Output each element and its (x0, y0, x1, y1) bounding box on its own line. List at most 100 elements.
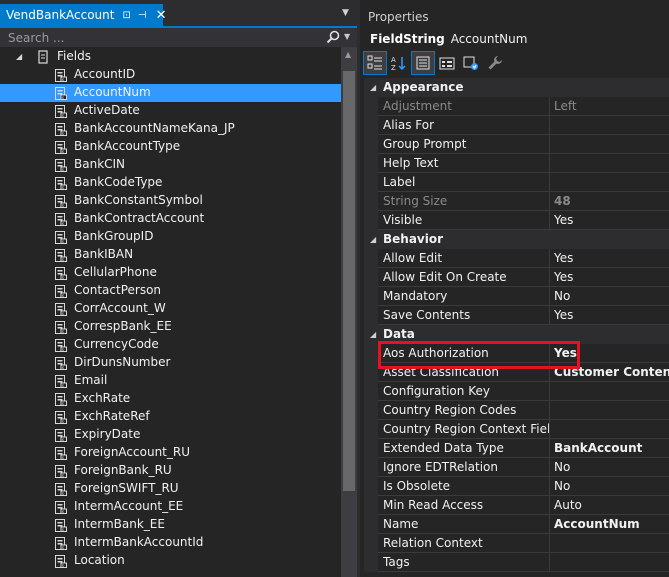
property-value[interactable] (550, 154, 669, 173)
tree-node-field[interactable]: s BankAccountType (0, 138, 341, 156)
tree-node-field[interactable]: s ContactPerson (0, 282, 341, 300)
field-icon: s (55, 501, 67, 514)
tree-node-field[interactable]: s ExchRateRef (0, 408, 341, 426)
tree-node-label: ForeignAccount_RU (74, 445, 190, 459)
collapse-triangle-icon[interactable]: ◢ (370, 330, 376, 339)
tree-node-field[interactable]: s ActiveDate (0, 102, 341, 120)
property-value[interactable] (550, 382, 669, 401)
property-value[interactable]: No (550, 458, 669, 477)
tree-node-field[interactable]: s ForeignBank_RU (0, 462, 341, 480)
property-value[interactable] (550, 116, 669, 135)
property-value[interactable]: No (550, 287, 669, 306)
tree-node-field[interactable]: s Email (0, 372, 341, 390)
tree-node-field[interactable]: s ForeignAccount_RU (0, 444, 341, 462)
tree-node-field[interactable]: s BankConstantSymbol (0, 192, 341, 210)
tree-node-field[interactable]: s BankCodeType (0, 174, 341, 192)
property-row[interactable]: Extended Data Type BankAccount (364, 439, 669, 458)
property-row[interactable]: Label (364, 173, 669, 192)
tree-node-fields[interactable]: ◢ Fields (0, 48, 341, 66)
property-value[interactable]: Yes (550, 306, 669, 325)
property-value[interactable]: Yes (550, 268, 669, 287)
property-row[interactable]: String Size 48 (364, 192, 669, 211)
property-row[interactable]: Adjustment Left (364, 97, 669, 116)
tree-node-field[interactable]: s IntermBankAccountId (0, 534, 341, 552)
tree-node-field[interactable]: s CurrencyCode (0, 336, 341, 354)
property-row[interactable]: Allow Edit On Create Yes (364, 268, 669, 287)
tree-node-field[interactable]: s IntermAccount_EE (0, 498, 341, 516)
property-value[interactable] (550, 401, 669, 420)
tree-scrollbar[interactable]: ▲ (341, 47, 357, 577)
property-pages-button[interactable] (460, 52, 482, 74)
tree-node-field[interactable]: s AccountID (0, 66, 341, 84)
close-icon[interactable]: ✕ (156, 8, 167, 23)
property-value[interactable]: No (550, 477, 669, 496)
property-value[interactable]: Yes (550, 211, 669, 230)
collapse-triangle-icon[interactable]: ◢ (370, 235, 376, 244)
property-value[interactable]: Left (550, 97, 669, 116)
pin-icon[interactable]: ⊡ (122, 10, 130, 21)
property-value[interactable] (550, 420, 669, 439)
scroll-up-icon[interactable]: ▲ (345, 50, 351, 59)
tree-node-field[interactable]: s IntermBank_EE (0, 516, 341, 534)
property-value[interactable] (550, 534, 669, 553)
property-value[interactable] (550, 135, 669, 154)
tree-node-field[interactable]: s ExpiryDate (0, 426, 341, 444)
tree-node-field[interactable]: s CorrespBank_EE (0, 318, 341, 336)
property-row[interactable]: Country Region Codes (364, 401, 669, 420)
property-row[interactable]: Group Prompt (364, 135, 669, 154)
property-row[interactable]: Country Region Context Field (364, 420, 669, 439)
property-value[interactable]: 48 (550, 192, 669, 211)
property-row[interactable]: Min Read Access Auto (364, 496, 669, 515)
property-row[interactable]: Relation Context (364, 534, 669, 553)
properties-button[interactable] (411, 51, 435, 75)
categorized-button[interactable] (363, 51, 387, 75)
tree-node-field[interactable]: s BankAccountNameKana_JP (0, 120, 341, 138)
scrollbar-thumb[interactable] (343, 71, 355, 491)
property-value[interactable] (550, 173, 669, 192)
collapse-triangle-icon[interactable]: ◢ (370, 83, 376, 92)
tree-node-field[interactable]: s BankCIN (0, 156, 341, 174)
settings-button[interactable] (484, 52, 506, 74)
property-row[interactable]: Mandatory No (364, 287, 669, 306)
category-appearance[interactable]: ◢ Appearance (364, 78, 669, 97)
property-object-selector[interactable]: FieldString AccountNum (360, 28, 669, 50)
property-row[interactable]: Allow Edit Yes (364, 249, 669, 268)
tree-node-field[interactable]: s BankIBAN (0, 246, 341, 264)
property-value[interactable]: Yes (550, 249, 669, 268)
tree-node-field[interactable]: s ForeignSWIFT_RU (0, 480, 341, 498)
search-icon[interactable] (326, 30, 340, 44)
tree-node-field[interactable]: s BankContractAccount (0, 210, 341, 228)
tree-node-field[interactable]: s Location (0, 552, 341, 570)
property-row[interactable]: Name AccountNum (364, 515, 669, 534)
property-row[interactable]: Help Text (364, 154, 669, 173)
tree-node-field[interactable]: s DirDunsNumber (0, 354, 341, 372)
autohide-icon[interactable]: ⊣ (138, 10, 147, 21)
tree-node-field[interactable]: s BankGroupID (0, 228, 341, 246)
property-value[interactable]: Auto (550, 496, 669, 515)
property-row[interactable]: Visible Yes (364, 211, 669, 230)
tree-node-field[interactable]: s CellularPhone (0, 264, 341, 282)
property-value[interactable]: BankAccount (550, 439, 669, 458)
field-icon: s (55, 321, 67, 334)
events-button[interactable] (436, 52, 458, 74)
category-name: Behavior (383, 232, 444, 246)
tab-dropdown-icon[interactable]: ▼ (342, 8, 349, 18)
tree-node-field[interactable]: s ExchRate (0, 390, 341, 408)
category-behavior[interactable]: ◢ Behavior (364, 230, 669, 249)
tree-node-field[interactable]: s AccountNum (0, 84, 341, 102)
property-row[interactable]: Ignore EDTRelation No (364, 458, 669, 477)
property-value[interactable]: AccountNum (550, 515, 669, 534)
alphabetical-button[interactable]: A Z (388, 52, 410, 74)
search-options-chevron-icon[interactable]: ▼ (344, 32, 350, 41)
search-box[interactable]: Search ... ▼ (0, 26, 357, 47)
expand-triangle-icon[interactable]: ◢ (16, 52, 22, 61)
row-gutter (364, 211, 378, 230)
property-row[interactable]: Alias For (364, 116, 669, 135)
property-row[interactable]: Save Contents Yes (364, 306, 669, 325)
property-row[interactable]: Tags (364, 553, 669, 572)
property-row[interactable]: Is Obsolete No (364, 477, 669, 496)
property-value[interactable] (550, 553, 669, 572)
tree-node-field[interactable]: s CorrAccount_W (0, 300, 341, 318)
document-tab[interactable]: VendBankAccount ⊡ ⊣ ✕ (0, 4, 167, 26)
property-row[interactable]: Configuration Key (364, 382, 669, 401)
